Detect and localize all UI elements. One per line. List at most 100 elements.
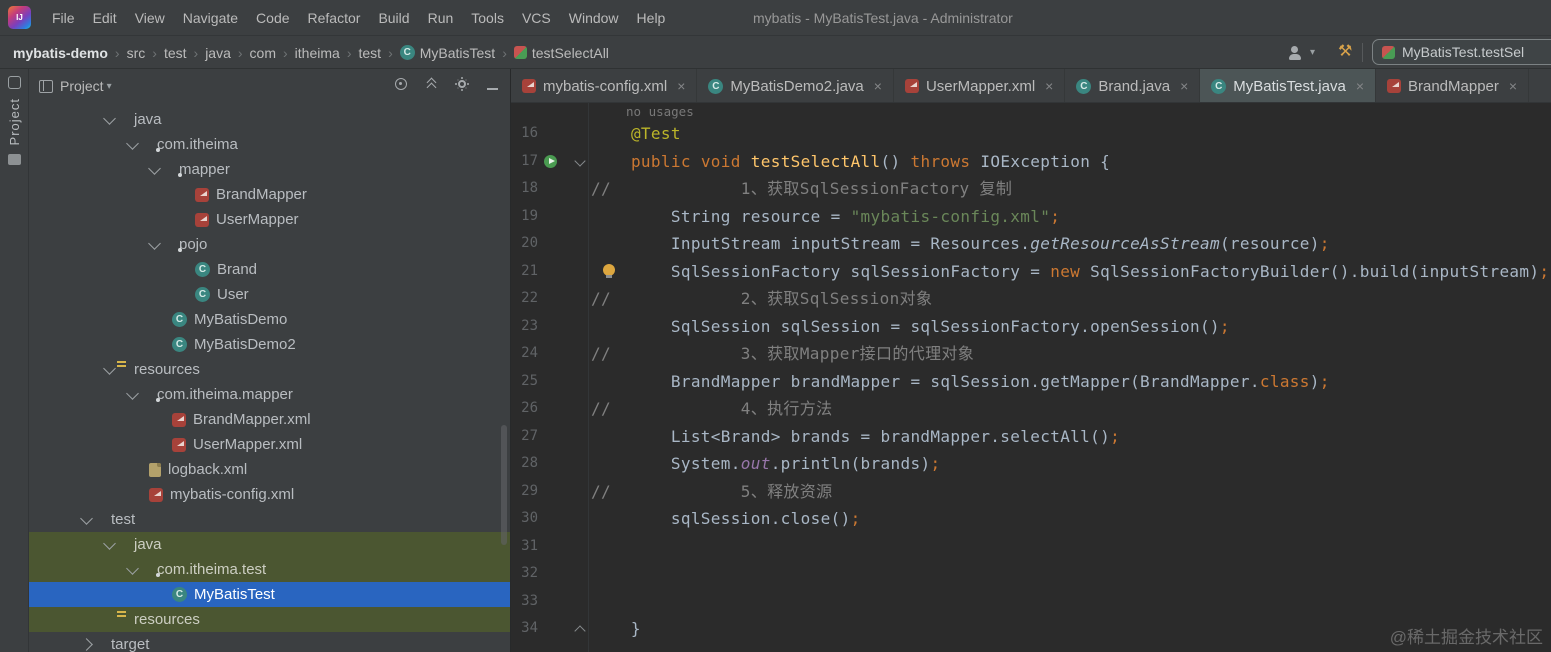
project-scrollbar[interactable] (501, 425, 507, 545)
user-profile-icon[interactable] (1286, 45, 1302, 61)
chevron-down-icon[interactable] (148, 161, 161, 175)
tree-item-BrandMapper.xml[interactable]: BrandMapper.xml (29, 407, 510, 432)
code-line-31[interactable]: 31 (511, 533, 1551, 561)
code-line-20[interactable]: 20 InputStream inputStream = Resources.g… (511, 230, 1551, 258)
close-icon[interactable]: × (1180, 78, 1188, 94)
menu-item-window[interactable]: Window (560, 0, 628, 36)
settings-gear-icon[interactable] (456, 77, 468, 95)
breadcrumb-test[interactable]: test (358, 45, 381, 61)
chevron-down-icon[interactable] (148, 236, 161, 250)
tree-item-resources[interactable]: resources (29, 607, 510, 632)
code-line-17[interactable]: 17 public void testSelectAll() throws IO… (511, 148, 1551, 176)
code-line-21[interactable]: 21 SqlSessionFactory sqlSessionFactory =… (511, 258, 1551, 286)
close-icon[interactable]: × (1045, 78, 1053, 94)
editor-content[interactable]: no usages 16 @Test 17 public void testSel… (511, 103, 1551, 652)
code-line-27[interactable]: 27 List<Brand> brands = brandMapper.sele… (511, 423, 1551, 451)
fold-down-icon[interactable] (574, 154, 586, 167)
menu-item-code[interactable]: Code (247, 0, 298, 36)
menu-item-build[interactable]: Build (369, 0, 418, 36)
menu-item-view[interactable]: View (126, 0, 174, 36)
tree-item-java[interactable]: java (29, 532, 510, 557)
build-hammer-icon[interactable]: ⚒ (1338, 44, 1352, 60)
project-stripe-label[interactable]: Project (7, 98, 22, 145)
code-line-23[interactable]: 23 SqlSession sqlSession = sqlSessionFac… (511, 313, 1551, 341)
tab-MyBatisDemo2.java[interactable]: MyBatisDemo2.java × (697, 69, 894, 102)
breadcrumb-itheima[interactable]: itheima (295, 45, 340, 61)
tree-item-mybatis-config.xml[interactable]: mybatis-config.xml (29, 482, 510, 507)
tree-item-com.itheima.mapper[interactable]: com.itheima.mapper (29, 382, 510, 407)
code-line-25[interactable]: 25 BrandMapper brandMapper = sqlSession.… (511, 368, 1551, 396)
breadcrumb-java[interactable]: java (205, 45, 231, 61)
chevron-right-icon[interactable] (80, 638, 93, 651)
tab-mybatis-config.xml[interactable]: mybatis-config.xml × (511, 69, 698, 102)
chevron-down-icon[interactable] (126, 561, 139, 575)
tree-item-Brand[interactable]: Brand (29, 257, 510, 282)
close-icon[interactable]: × (874, 78, 882, 94)
code-line-33[interactable]: 33 (511, 588, 1551, 616)
usages-inlay-hint[interactable]: no usages (626, 104, 694, 119)
chevron-down-icon[interactable] (103, 111, 116, 125)
run-test-icon[interactable] (544, 154, 557, 168)
tree-item-com.itheima[interactable]: com.itheima (29, 132, 510, 157)
menu-item-refactor[interactable]: Refactor (299, 0, 370, 36)
chevron-down-icon[interactable] (80, 511, 93, 525)
tab-UserMapper.xml[interactable]: UserMapper.xml × (894, 69, 1066, 102)
code-line-16[interactable]: 16 @Test (511, 120, 1551, 148)
tree-item-User[interactable]: User (29, 282, 510, 307)
run-configuration-selector[interactable]: MyBatisTest.testSel (1372, 39, 1551, 65)
code-line-32[interactable]: 32 (511, 560, 1551, 588)
locate-icon[interactable] (395, 77, 407, 95)
code-line-22[interactable]: 22 // 2、获取SqlSession对象 (511, 285, 1551, 313)
code-line-24[interactable]: 24 // 3、获取Mapper接口的代理对象 (511, 340, 1551, 368)
code-line-28[interactable]: 28 System.out.println(brands); (511, 450, 1551, 478)
menu-item-navigate[interactable]: Navigate (174, 0, 247, 36)
tree-item-UserMapper.xml[interactable]: UserMapper.xml (29, 432, 510, 457)
chevron-down-icon[interactable] (103, 536, 116, 550)
code-line-30[interactable]: 30 sqlSession.close(); (511, 505, 1551, 533)
breadcrumb-mybatis-demo[interactable]: mybatis-demo (13, 45, 108, 61)
menu-item-file[interactable]: File (43, 0, 84, 36)
tree-item-BrandMapper[interactable]: BrandMapper (29, 182, 510, 207)
tree-item-MyBatisDemo[interactable]: MyBatisDemo (29, 307, 510, 332)
close-icon[interactable]: × (1356, 78, 1364, 94)
menu-item-edit[interactable]: Edit (84, 0, 126, 36)
tree-item-com.itheima.test[interactable]: com.itheima.test (29, 557, 510, 582)
code-line-18[interactable]: 18 // 1、获取SqlSessionFactory 复制 (511, 175, 1551, 203)
menu-item-tools[interactable]: Tools (462, 0, 513, 36)
chevron-down-icon[interactable] (126, 386, 139, 400)
breadcrumb-test[interactable]: test (164, 45, 187, 61)
breadcrumb-com[interactable]: com (250, 45, 276, 61)
chevron-down-icon[interactable]: ▾ (107, 81, 112, 92)
breadcrumb-MyBatisTest[interactable]: MyBatisTest (399, 45, 495, 61)
tree-item-MyBatisDemo2[interactable]: MyBatisDemo2 (29, 332, 510, 357)
tree-item-test[interactable]: test (29, 507, 510, 532)
menu-item-vcs[interactable]: VCS (513, 0, 560, 36)
fold-up-icon[interactable] (574, 625, 586, 637)
menu-item-help[interactable]: Help (628, 0, 675, 36)
tree-item-java[interactable]: java (29, 107, 510, 132)
menu-item-run[interactable]: Run (419, 0, 463, 36)
tree-item-mapper[interactable]: mapper (29, 157, 510, 182)
tab-BrandMapper[interactable]: BrandMapper × (1376, 69, 1530, 102)
breadcrumb-src[interactable]: src (127, 45, 146, 61)
project-panel-title[interactable]: Project (60, 78, 104, 94)
hide-icon[interactable] (487, 77, 498, 95)
intellij-logo-icon[interactable]: IJ (8, 6, 31, 29)
tool-window-stripe-icon[interactable] (7, 154, 21, 166)
chevron-down-icon[interactable] (103, 361, 116, 375)
breadcrumb-testSelectAll[interactable]: testSelectAll (513, 45, 609, 61)
tree-item-target[interactable]: target (29, 632, 510, 652)
tree-item-resources[interactable]: resources (29, 357, 510, 382)
close-icon[interactable]: × (1509, 78, 1517, 94)
code-line-29[interactable]: 29 // 5、释放资源 (511, 478, 1551, 506)
tab-MyBatisTest.java[interactable]: MyBatisTest.java × (1200, 69, 1376, 102)
chevron-down-icon[interactable]: ▾ (1310, 47, 1315, 58)
project-tool-window-icon[interactable] (7, 76, 21, 89)
tree-item-logback.xml[interactable]: logback.xml (29, 457, 510, 482)
code-line-19[interactable]: 19 String resource = "mybatis-config.xml… (511, 203, 1551, 231)
tab-Brand.java[interactable]: Brand.java × (1065, 69, 1201, 102)
tree-item-UserMapper[interactable]: UserMapper (29, 207, 510, 232)
chevron-down-icon[interactable] (126, 136, 139, 150)
tree-item-MyBatisTest[interactable]: MyBatisTest (29, 582, 510, 607)
code-line-26[interactable]: 26 // 4、执行方法 (511, 395, 1551, 423)
